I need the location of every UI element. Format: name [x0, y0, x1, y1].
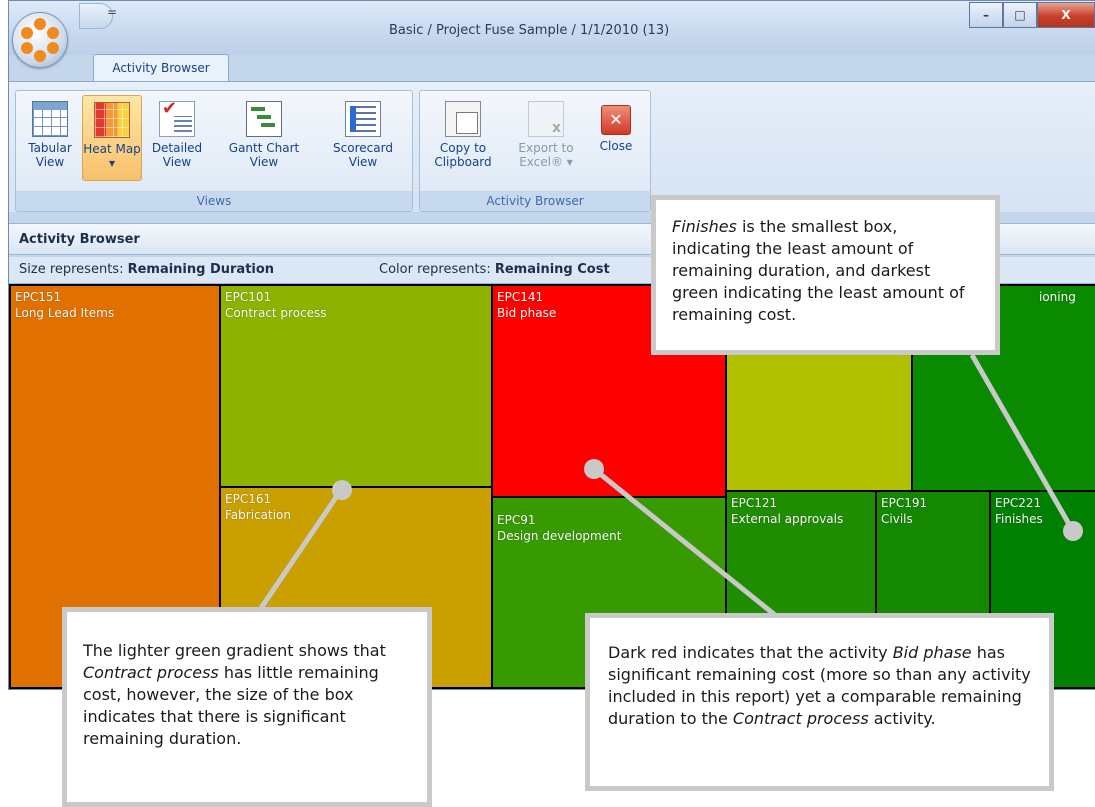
cell-code: EPC191 — [881, 496, 928, 510]
gantt-chart-view-label: Gantt Chart View — [228, 141, 300, 169]
detailed-view-button[interactable]: Detailed View — [146, 95, 208, 181]
copy-to-clipboard-label: Copy to Clipboard — [434, 141, 492, 169]
cell-name: Design development — [497, 529, 622, 543]
maximize-button[interactable]: □ — [1003, 2, 1037, 28]
views-group: Tabular View Heat Map ▾ Detailed View Ga… — [15, 90, 413, 212]
views-group-label: Views — [16, 191, 412, 211]
cell-name: Civils — [881, 512, 913, 526]
tabular-view-button[interactable]: Tabular View — [22, 95, 78, 181]
qat-dropdown-icon[interactable]: = — [107, 5, 117, 19]
size-legend-prefix: Size represents: — [19, 262, 128, 277]
cell-code: EPC151 — [15, 290, 62, 304]
callout-pointer-dot — [332, 480, 352, 500]
export-to-excel-button[interactable]: Export to Excel® ▾ — [506, 95, 586, 181]
cell-code: EPC91 — [497, 513, 536, 527]
close-view-label: Close — [599, 139, 633, 153]
orb-logo-icon — [21, 27, 33, 39]
cell-code: EPC161 — [225, 492, 272, 506]
cell-code: EPC121 — [731, 496, 778, 510]
gantt-chart-icon — [246, 101, 282, 137]
excel-icon — [528, 101, 564, 137]
heat-map-label: Heat Map ▾ — [83, 142, 141, 170]
callout-bid-phase: Dark red indicates that the activity Bid… — [585, 613, 1054, 791]
color-legend-prefix: Color represents: — [379, 262, 495, 277]
window-controls: – □ X — [969, 2, 1095, 28]
tabular-view-label: Tabular View — [28, 141, 72, 169]
close-window-button[interactable]: X — [1037, 2, 1095, 28]
tab-activity-browser[interactable]: Activity Browser — [93, 54, 229, 82]
orb-logo-icon — [47, 27, 59, 39]
callout-pointer-dot — [1063, 521, 1083, 541]
export-to-excel-label: Export to Excel® ▾ — [518, 141, 574, 169]
activity-browser-group: Copy to Clipboard Export to Excel® ▾ ✕ C… — [419, 90, 651, 212]
cell-name: Fabrication — [225, 508, 291, 522]
color-legend-value: Remaining Cost — [494, 262, 610, 277]
scorecard-view-label: Scorecard View — [333, 141, 393, 169]
ribbon: Tabular View Heat Map ▾ Detailed View Ga… — [9, 81, 1095, 212]
close-view-button[interactable]: ✕ Close — [590, 95, 642, 181]
clipboard-icon — [445, 101, 481, 137]
size-legend: Size represents: Remaining Duration — [19, 257, 274, 283]
orb-logo-icon — [47, 42, 59, 54]
orb-logo-icon — [34, 50, 46, 62]
orb-logo-icon — [34, 18, 46, 30]
callout-finishes: Finishes is the smallest box, indicating… — [651, 195, 1000, 355]
orb-logo-icon — [21, 42, 33, 54]
gantt-chart-view-button[interactable]: Gantt Chart View — [212, 95, 316, 181]
cell-code: EPC101 — [225, 290, 272, 304]
title-bar: = Basic / Project Fuse Sample / 1/1/2010… — [9, 1, 1095, 55]
checklist-icon — [159, 98, 195, 137]
app-orb-button[interactable] — [12, 12, 68, 68]
treemap-cell[interactable]: EPC101 Contract process — [219, 284, 493, 488]
cell-name: Long Lead Items — [15, 306, 115, 320]
size-legend-value: Remaining Duration — [127, 262, 275, 277]
close-icon: ✕ — [601, 105, 631, 135]
detailed-view-label: Detailed View — [151, 141, 203, 169]
cell-name: External approvals — [731, 512, 844, 526]
cell-code: EPC221 — [995, 496, 1042, 510]
callout-contract-process: The lighter green gradient shows that Co… — [62, 607, 432, 807]
window-title: Basic / Project Fuse Sample / 1/1/2010 (… — [389, 23, 670, 38]
cell-name: Contract process — [225, 306, 327, 320]
scorecard-icon — [345, 101, 381, 137]
minimize-button[interactable]: – — [969, 2, 1003, 28]
color-legend: Color represents: Remaining Cost — [379, 257, 610, 283]
copy-to-clipboard-button[interactable]: Copy to Clipboard — [426, 95, 500, 181]
activity-browser-group-label: Activity Browser — [420, 191, 650, 211]
heat-map-button[interactable]: Heat Map ▾ — [82, 95, 142, 181]
table-icon — [32, 101, 68, 137]
heat-map-icon — [94, 102, 130, 138]
scorecard-view-button[interactable]: Scorecard View — [320, 95, 406, 181]
callout-pointer-dot — [584, 459, 604, 479]
